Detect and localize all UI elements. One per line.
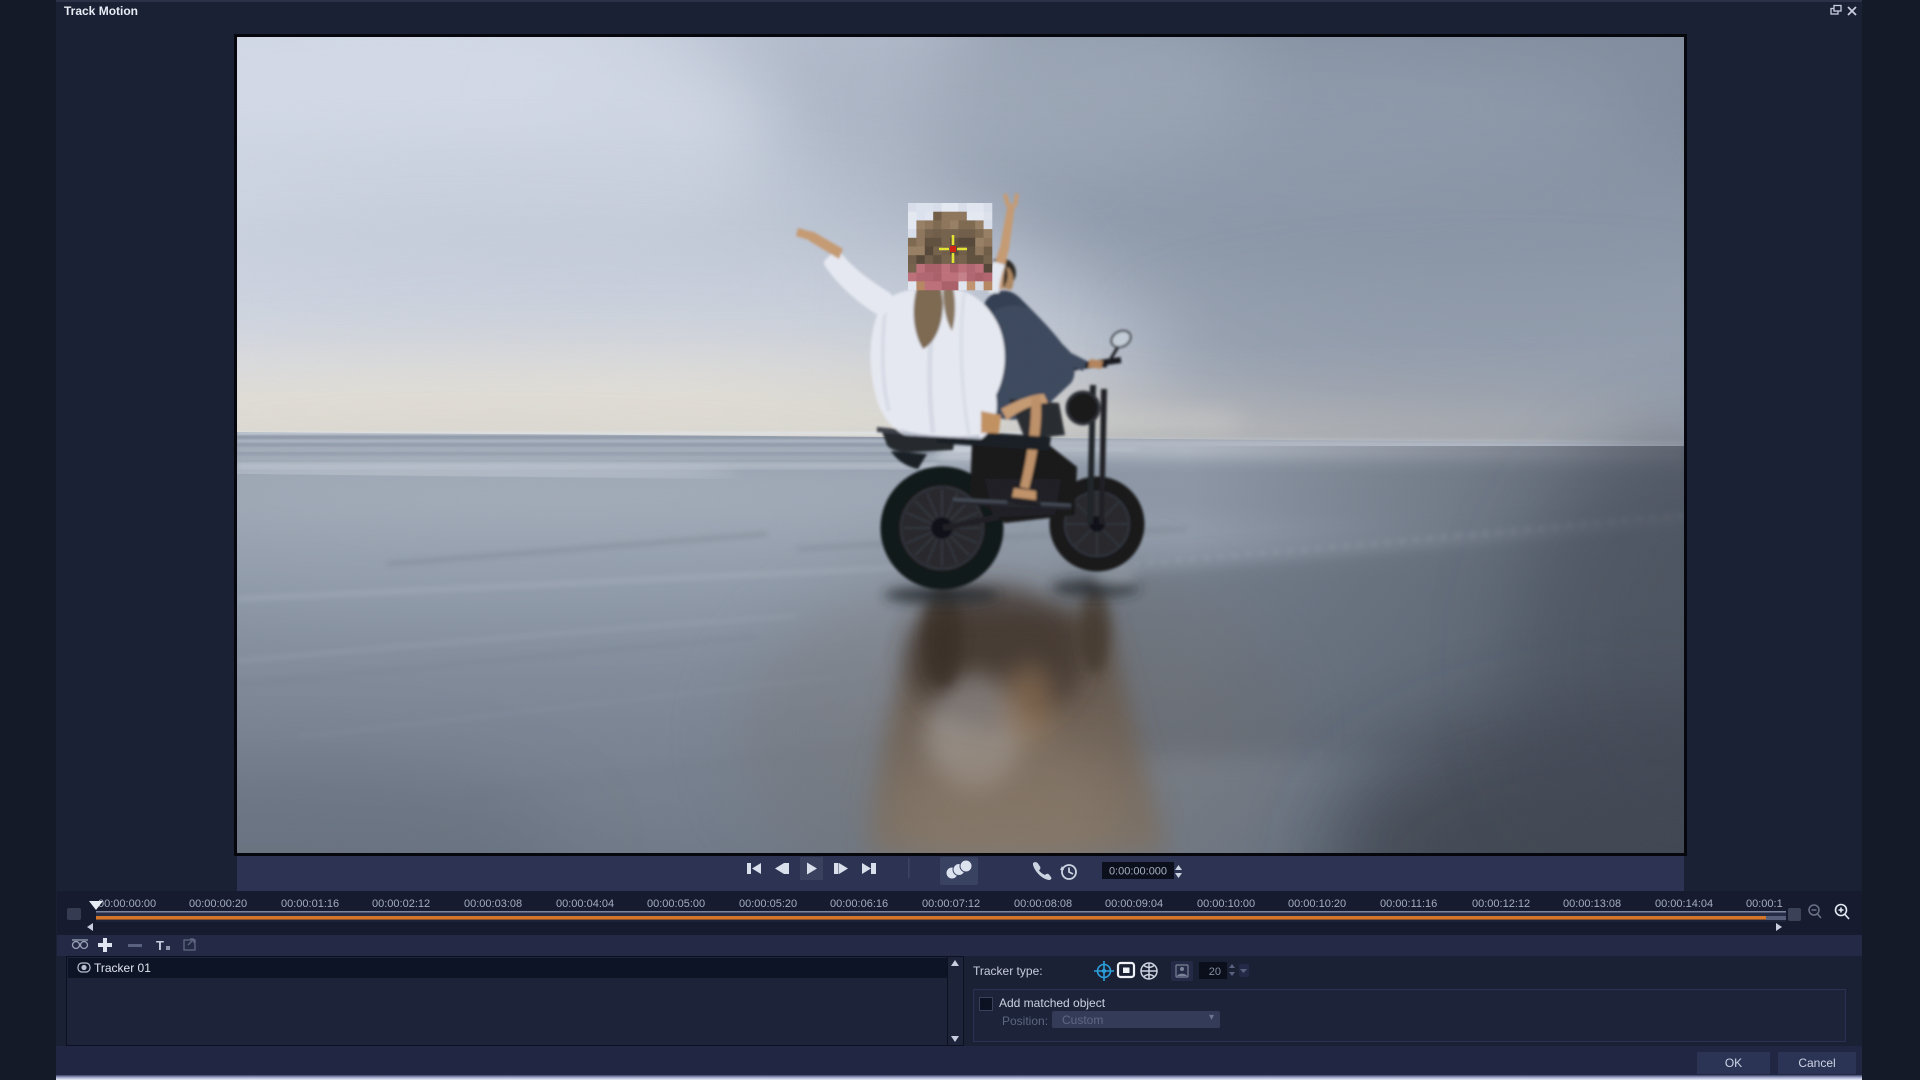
svg-text:00:00:03:08: 00:00:03:08 <box>464 898 522 910</box>
svg-text:00:00:13:08: 00:00:13:08 <box>1563 898 1621 910</box>
svg-text:00:00:05:20: 00:00:05:20 <box>739 898 797 910</box>
svg-text:00:00:14:04: 00:00:14:04 <box>1655 898 1713 910</box>
svg-text:00:00:00:20: 00:00:00:20 <box>189 898 247 910</box>
svg-text:00:00:00:00: 00:00:00:00 <box>98 898 156 910</box>
svg-text:0:00:00:000: 0:00:00:000 <box>1109 866 1167 878</box>
svg-text:00:00:10:20: 00:00:10:20 <box>1288 898 1346 910</box>
svg-text:00:00:09:04: 00:00:09:04 <box>1105 898 1163 910</box>
svg-text:00:00:11:16: 00:00:11:16 <box>1380 898 1437 910</box>
svg-text:00:00:02:12: 00:00:02:12 <box>372 898 430 910</box>
svg-text:00:00:1: 00:00:1 <box>1746 898 1783 910</box>
svg-text:T: T <box>156 938 164 953</box>
svg-text:00:00:07:12: 00:00:07:12 <box>922 898 980 910</box>
svg-text:00:00:06:16: 00:00:06:16 <box>830 898 888 910</box>
svg-text:00:00:05:00: 00:00:05:00 <box>647 898 705 910</box>
svg-text:20: 20 <box>1209 966 1221 978</box>
svg-text:00:00:10:00: 00:00:10:00 <box>1197 898 1255 910</box>
svg-text:00:00:08:08: 00:00:08:08 <box>1014 898 1072 910</box>
svg-text:00:00:04:04: 00:00:04:04 <box>556 898 614 910</box>
svg-text:00:00:12:12: 00:00:12:12 <box>1472 898 1530 910</box>
svg-text:00:00:01:16: 00:00:01:16 <box>281 898 339 910</box>
